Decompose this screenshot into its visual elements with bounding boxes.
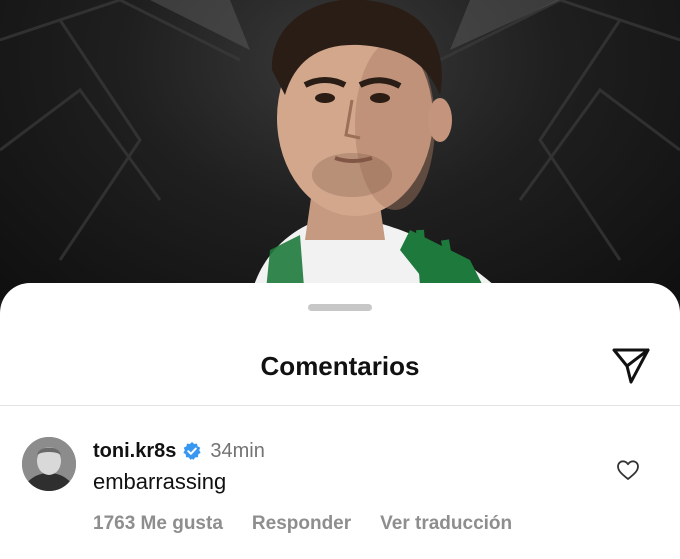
comments-sheet: Comentarios toni.kr8s 34min embarrassing… bbox=[0, 283, 680, 559]
like-comment-button[interactable] bbox=[614, 456, 642, 484]
send-paper-plane-icon bbox=[612, 348, 650, 384]
heart-outline-icon bbox=[617, 460, 639, 480]
likes-count-link[interactable]: 1763 Me gusta bbox=[93, 513, 223, 535]
comments-screen: Comentarios toni.kr8s 34min embarrassing… bbox=[0, 0, 680, 559]
avatar[interactable] bbox=[22, 437, 76, 491]
see-translation-button[interactable]: Ver traducción bbox=[380, 513, 512, 535]
comment-header: toni.kr8s 34min bbox=[93, 437, 265, 465]
player-photo-illustration bbox=[0, 0, 680, 300]
reply-button[interactable]: Responder bbox=[252, 513, 351, 535]
comment-actions: 1763 Me gusta Responder Ver traducción bbox=[93, 513, 512, 535]
header-divider bbox=[0, 405, 680, 406]
comment-timestamp: 34min bbox=[210, 439, 265, 462]
comment-text: embarrassing bbox=[93, 469, 227, 494]
sheet-title: Comentarios bbox=[260, 351, 420, 381]
post-background-photo bbox=[0, 0, 680, 300]
comment-username[interactable]: toni.kr8s bbox=[93, 440, 176, 463]
avatar-image bbox=[22, 437, 76, 491]
sheet-drag-handle[interactable] bbox=[308, 304, 372, 311]
share-button[interactable] bbox=[610, 345, 652, 387]
verified-badge-icon bbox=[183, 442, 201, 460]
